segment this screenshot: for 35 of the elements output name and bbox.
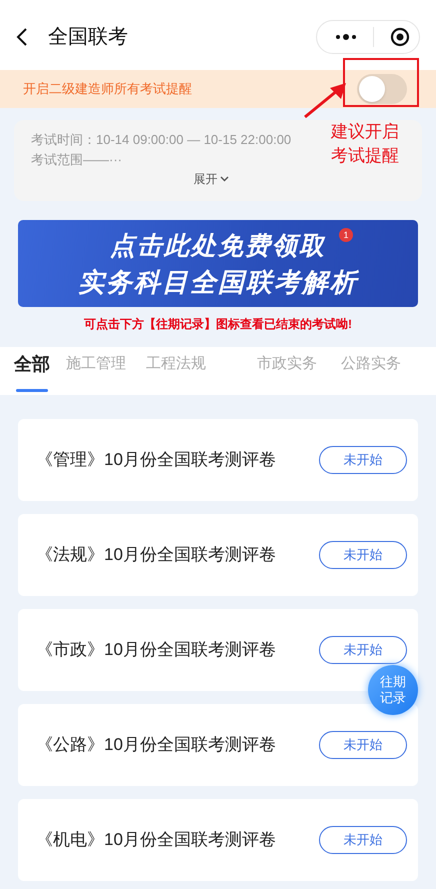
status-button[interactable]: 未开始 — [319, 636, 407, 664]
exam-title: 《市政》10月份全国联考测评卷 — [36, 639, 276, 662]
notification-badge: 1 — [339, 228, 353, 242]
status-button[interactable]: 未开始 — [319, 826, 407, 854]
reminder-text: 开启二级建造师所有考试提醒 — [23, 80, 192, 98]
time-label: 考试时间： — [31, 131, 96, 149]
exam-title: 《管理》10月份全国联考测评卷 — [36, 449, 276, 472]
status-button[interactable]: 未开始 — [319, 731, 407, 759]
status-button[interactable]: 未开始 — [319, 541, 407, 569]
exam-title: 《机电》10月份全国联考测评卷 — [36, 829, 276, 852]
chevron-down-icon — [220, 176, 228, 182]
exam-title: 《公路》10月份全国联考测评卷 — [36, 734, 276, 756]
notice-text: 可点击下方【往期记录】图标查看已结束的考试呦! — [83, 316, 353, 333]
page-title: 全国联考 — [48, 25, 128, 50]
exam-card[interactable]: 《管理》10月份全国联考测评卷 未开始 — [18, 419, 418, 501]
annotation-text: 建议开启考试提醒 — [331, 121, 400, 167]
close-icon[interactable] — [390, 27, 410, 47]
back-icon[interactable] — [16, 27, 28, 47]
category-tab[interactable]: 施工管理 — [66, 347, 126, 395]
exam-title: 《法规》10月份全国联考测评卷 — [36, 544, 276, 566]
time-value: 10-14 09:00:00 — 10-15 22:00:00 — [96, 131, 292, 149]
exam-card[interactable]: 《机电》10月份全国联考测评卷 未开始 — [18, 799, 418, 881]
category-tab[interactable]: 工程法规 — [146, 347, 206, 395]
category-tab[interactable]: 全部 — [14, 347, 50, 395]
promo-banner[interactable]: 点击此处免费领取 实务科目全国联考解析 1 — [18, 220, 418, 307]
exam-card[interactable]: 《公路》10月份全国联考测评卷 未开始 — [18, 704, 418, 786]
status-button[interactable]: 未开始 — [319, 446, 407, 474]
reminder-toggle[interactable] — [357, 74, 407, 104]
scope-text: 考试范围——··· — [31, 151, 122, 169]
category-tab[interactable]: 公路实务 — [341, 347, 401, 395]
arrow — [302, 80, 348, 120]
category-tab[interactable]: 市政实务 — [257, 347, 317, 395]
more-icon[interactable] — [335, 34, 357, 40]
expand-button[interactable]: 展开 — [194, 170, 228, 188]
exam-card[interactable]: 《法规》10月份全国联考测评卷 未开始 — [18, 514, 418, 596]
